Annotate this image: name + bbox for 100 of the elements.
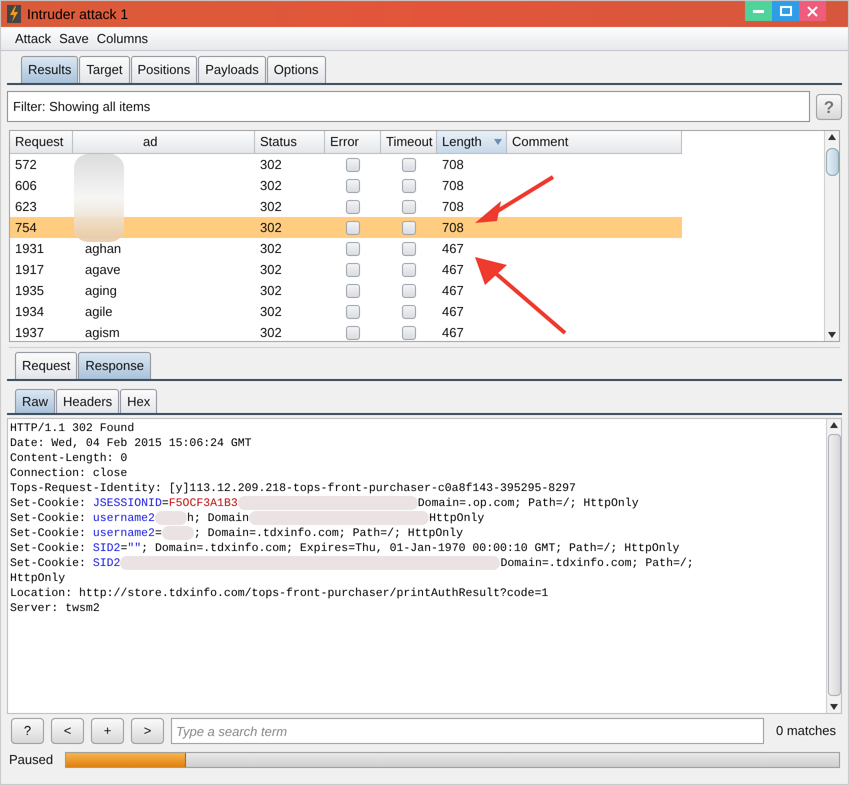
table-cell-text: 302 <box>259 324 283 341</box>
table-row[interactable]: 754 302 708 <box>10 217 682 238</box>
tab[interactable]: Raw <box>15 389 56 413</box>
scroll-up-icon <box>828 134 836 140</box>
checkbox[interactable] <box>346 220 360 234</box>
tab[interactable]: Hex <box>120 389 158 413</box>
menu-item[interactable]: Attack <box>15 28 52 48</box>
status-text: Paused <box>9 751 54 770</box>
close-icon <box>807 6 818 16</box>
table-cell: agile <box>85 304 112 319</box>
lightning-icon <box>7 5 21 23</box>
tab[interactable]: Headers <box>56 389 120 413</box>
table-cell-text: 754 <box>14 218 38 237</box>
tab[interactable]: Results <box>21 56 78 83</box>
response-line: HttpOnly <box>10 571 66 586</box>
checkbox[interactable] <box>346 304 360 318</box>
column-header[interactable]: Comment <box>507 131 682 154</box>
table-cell-text: 467 <box>441 260 465 279</box>
table-row[interactable]: 606 302 708 <box>10 175 682 196</box>
table-cell-text: 302 <box>259 198 283 216</box>
table-cell: agave <box>85 262 120 277</box>
response-line: Set-Cookie: username2 h; Domain HttpOnly <box>10 511 486 526</box>
search-nav-button[interactable]: < <box>51 718 84 744</box>
table-cell-text: 708 <box>441 218 465 237</box>
menu-item[interactable]: Save <box>59 28 89 48</box>
checkbox[interactable] <box>346 200 360 214</box>
table-row[interactable]: 572 302 708 <box>10 154 682 175</box>
table-cell-text: 1937 <box>14 324 45 341</box>
column-header[interactable]: Status <box>255 131 325 154</box>
checkbox[interactable] <box>346 178 360 192</box>
scroll-down-icon <box>830 704 838 710</box>
table-row[interactable]: 1935 aging 302 467 <box>10 280 682 301</box>
response-line: Date: Wed, 04 Feb 2015 15:06:24 GMT <box>10 436 253 451</box>
response-line: Tops-Request-Identity: [y]113.12.209.218-tops-front-purchaser-c0a8f143-395295-8297 <box>10 481 577 496</box>
table-row[interactable]: 1917 agave 302 467 <box>10 259 682 280</box>
minimize-button[interactable] <box>745 1 772 21</box>
checkbox[interactable] <box>402 284 416 298</box>
scrollbar[interactable] <box>824 131 839 341</box>
checkbox[interactable] <box>346 158 360 172</box>
menu-item[interactable]: Columns <box>96 28 148 48</box>
column-header[interactable]: ad <box>73 131 255 154</box>
column-header[interactable]: Length <box>437 131 507 154</box>
checkbox[interactable] <box>402 242 416 256</box>
filter-bar[interactable]: Filter: Showing all items <box>7 91 810 122</box>
table-row[interactable]: 1931 aghan 302 467 <box>10 238 682 259</box>
maximize-button[interactable] <box>772 1 799 21</box>
table-row[interactable]: 1937 agism 302 467 <box>10 322 682 341</box>
checkbox[interactable] <box>346 242 360 256</box>
table-cell-text: 623 <box>14 198 38 216</box>
search-nav-button[interactable]: ? <box>11 718 44 744</box>
table-cell: aghan <box>85 240 122 256</box>
maximize-icon <box>780 6 792 16</box>
redaction-blur <box>162 526 194 540</box>
search-field[interactable]: Type a search term <box>171 718 764 744</box>
table-cell-text: 606 <box>14 176 38 195</box>
table-cell-text: 302 <box>259 176 283 195</box>
response-line: Connection: close <box>10 466 128 481</box>
window-title: Intruder attack 1 <box>27 4 128 24</box>
response-line: Content-Length: 0 <box>10 451 128 466</box>
column-header[interactable]: Request <box>10 131 73 154</box>
search-nav-button[interactable]: > <box>131 718 164 744</box>
scrollbar-thumb[interactable] <box>828 434 840 696</box>
scrollbar[interactable] <box>826 419 841 713</box>
search-nav-button[interactable]: + <box>91 718 124 744</box>
checkbox[interactable] <box>346 262 360 276</box>
response-line: Server: twsm2 <box>10 601 101 616</box>
tab[interactable]: Request <box>15 352 78 379</box>
checkbox[interactable] <box>346 326 360 340</box>
checkbox[interactable] <box>346 284 360 298</box>
checkbox[interactable] <box>402 178 416 192</box>
tab[interactable]: Target <box>79 56 130 83</box>
help-button[interactable]: ? <box>816 94 842 120</box>
response-line: Set-Cookie: SID2=""; Domain=.tdxinfo.com; Expires=Thu, 01-Jan-1970 00:00:10 GMT; Path=/; HttpOnly <box>10 541 680 556</box>
checkbox[interactable] <box>402 262 416 276</box>
table-cell-text: 302 <box>259 240 283 258</box>
tab[interactable]: Positions <box>130 56 198 83</box>
tab[interactable]: Options <box>266 56 326 83</box>
checkbox[interactable] <box>402 220 416 234</box>
table-cell-text: 467 <box>441 324 465 341</box>
response-line: Set-Cookie: SID2 Domain=.tdxinfo.com; Path=/; <box>10 556 695 571</box>
checkbox[interactable] <box>402 158 416 172</box>
table-row[interactable]: 623 302 708 <box>10 196 682 217</box>
checkbox[interactable] <box>402 326 416 340</box>
table-cell-text: 467 <box>441 282 465 300</box>
scrollbar-thumb[interactable] <box>826 148 838 176</box>
minimize-icon <box>753 10 764 12</box>
redaction-blur <box>154 511 187 525</box>
table-row[interactable]: 1934 agile 302 467 <box>10 301 682 322</box>
sort-down-icon <box>494 139 502 145</box>
checkbox[interactable] <box>402 304 416 318</box>
table-cell-text: 1931 <box>14 240 45 258</box>
table-cell-text: 302 <box>259 156 283 174</box>
table-cell: agism <box>85 324 120 340</box>
close-button[interactable] <box>799 1 826 21</box>
response-line: HTTP/1.1 302 Found <box>10 421 136 436</box>
column-header[interactable]: Timeout <box>381 131 437 154</box>
tab[interactable]: Payloads <box>198 56 266 83</box>
column-header[interactable]: Error <box>325 131 381 154</box>
tab[interactable]: Response <box>78 352 151 379</box>
checkbox[interactable] <box>402 200 416 214</box>
